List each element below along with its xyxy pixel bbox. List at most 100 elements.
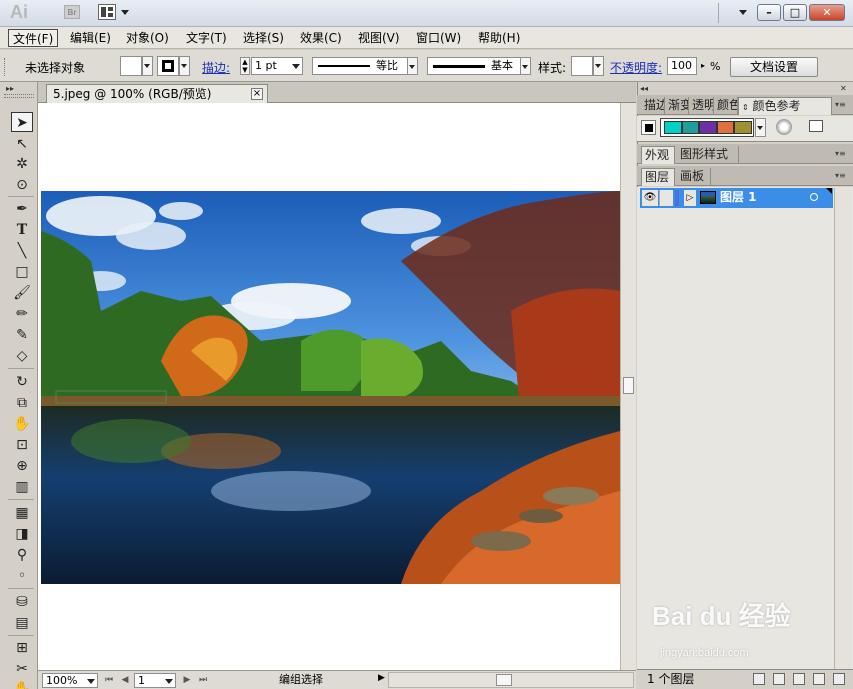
variable-width-profile[interactable]: 等比 xyxy=(312,57,418,75)
color-wheel-icon[interactable] xyxy=(776,119,792,135)
arrange-dropdown-icon[interactable] xyxy=(121,10,129,15)
next-artboard-icon[interactable]: ▶ xyxy=(182,675,192,686)
shape-builder-tool-icon[interactable]: ⊕ xyxy=(11,456,33,476)
direct-selection-tool-icon[interactable]: ↖ xyxy=(11,134,33,154)
free-transform-tool-icon[interactable]: ⊡ xyxy=(11,435,33,455)
layer-row[interactable]: 👁 ▷ 图层 1 xyxy=(640,188,833,208)
panel-menu-icon[interactable]: ▾≡ xyxy=(835,172,849,180)
harmony-dropdown[interactable] xyxy=(755,118,766,137)
eyedropper-tool-icon[interactable]: ⚲ xyxy=(11,545,33,565)
menu-file[interactable]: 文件(F) xyxy=(8,29,59,47)
pencil-tool-icon[interactable]: ✏ xyxy=(11,304,33,324)
line-tool-icon[interactable]: ╲ xyxy=(11,241,33,261)
stroke-label[interactable]: 描边: xyxy=(202,59,230,76)
status-info[interactable]: 编组选择 xyxy=(213,672,389,688)
vertical-scrollbar[interactable] xyxy=(620,103,636,670)
last-artboard-icon[interactable]: ⏭ xyxy=(198,675,208,686)
tab-layers[interactable]: 图层 xyxy=(641,168,675,186)
paintbrush-tool-icon[interactable]: 🖌 xyxy=(11,283,33,303)
stroke-swatch[interactable] xyxy=(157,56,179,76)
artboard-number-field[interactable]: 1 xyxy=(134,673,176,688)
save-color-group-icon[interactable] xyxy=(809,120,823,132)
menu-type[interactable]: 文字(T) xyxy=(182,29,231,47)
hand-tool-icon[interactable]: ✋ xyxy=(11,679,33,689)
expand-triangle-icon[interactable]: ▷ xyxy=(684,190,696,206)
minimize-button[interactable]: – xyxy=(757,4,781,21)
menu-window[interactable]: 窗口(W) xyxy=(412,29,465,47)
maximize-button[interactable]: □ xyxy=(783,4,807,21)
fill-dropdown[interactable] xyxy=(142,56,153,76)
menu-help[interactable]: 帮助(H) xyxy=(474,29,524,47)
stroke-weight-field[interactable]: 1 pt xyxy=(251,57,303,75)
lasso-tool-icon[interactable]: ⊙ xyxy=(11,175,33,195)
warp-tool-icon[interactable]: ✋ xyxy=(11,414,33,434)
trash-icon[interactable] xyxy=(833,673,845,685)
target-circle-icon[interactable] xyxy=(810,193,818,201)
tab-stroke[interactable]: 描边 xyxy=(641,97,665,115)
tab-color[interactable]: 颜色 xyxy=(714,97,738,115)
blob-brush-tool-icon[interactable]: ✎ xyxy=(11,325,33,345)
gradient-tool-icon[interactable]: ◨ xyxy=(11,524,33,544)
fill-swatch[interactable] xyxy=(120,56,142,76)
placed-photo[interactable] xyxy=(41,191,620,584)
document-tab[interactable]: 5.jpeg @ 100% (RGB/预览) × xyxy=(46,84,268,103)
new-sublayer-icon[interactable] xyxy=(793,673,805,685)
mesh-tool-icon[interactable]: ▦ xyxy=(11,503,33,523)
arrange-documents-icon[interactable] xyxy=(98,4,116,20)
artboard-tool-icon[interactable]: ⊞ xyxy=(11,638,33,658)
first-artboard-icon[interactable]: ⏮ xyxy=(104,675,114,686)
harmony-swatch-2[interactable] xyxy=(681,121,700,134)
harmony-swatch-1[interactable] xyxy=(664,121,682,134)
new-layer-icon[interactable] xyxy=(813,673,825,685)
brush-definition[interactable]: 基本 xyxy=(427,57,531,75)
opacity-field[interactable]: 100 xyxy=(667,57,697,75)
lock-toggle[interactable] xyxy=(659,190,673,206)
tab-color-guide[interactable]: ⇕ 颜色参考 xyxy=(738,97,832,115)
base-color-swatch[interactable] xyxy=(641,120,656,135)
bridge-button[interactable]: Br xyxy=(64,5,80,19)
stroke-dropdown[interactable] xyxy=(179,56,190,76)
brush-dropdown[interactable] xyxy=(520,57,531,75)
status-menu-arrow-icon[interactable]: ▶ xyxy=(378,673,385,683)
opacity-label[interactable]: 不透明度: xyxy=(610,59,662,76)
slice-tool-icon[interactable]: ✂ xyxy=(11,659,33,679)
scale-tool-icon[interactable]: ⧉ xyxy=(11,393,33,413)
close-window-button[interactable]: ✕ xyxy=(809,4,845,21)
document-setup-button[interactable]: 文档设置 xyxy=(730,57,818,77)
harmony-swatch-4[interactable] xyxy=(716,121,735,134)
profile-dropdown[interactable] xyxy=(407,57,418,75)
symbol-sprayer-tool-icon[interactable]: ⛁ xyxy=(11,592,33,612)
menu-edit[interactable]: 编辑(E) xyxy=(66,29,115,47)
collapse-panels-icon[interactable]: ◂◂ xyxy=(640,84,648,93)
tab-transparency[interactable]: 透明 xyxy=(689,97,714,115)
clipping-mask-icon[interactable] xyxy=(773,673,785,685)
tab-graphic-styles[interactable]: 图形样式 xyxy=(677,146,739,164)
zoom-field[interactable]: 100% xyxy=(42,673,98,688)
previous-artboard-icon[interactable]: ◀ xyxy=(120,675,130,686)
workspace-dropdown-icon[interactable] xyxy=(739,10,747,15)
tab-appearance[interactable]: 外观 xyxy=(641,146,675,164)
blend-tool-icon[interactable]: ◦ xyxy=(11,566,33,586)
vertical-scroll-thumb[interactable] xyxy=(623,377,634,394)
layers-scrollbar[interactable] xyxy=(834,188,852,669)
menu-view[interactable]: 视图(V) xyxy=(354,29,404,47)
panel-menu-icon[interactable]: ▾≡ xyxy=(835,101,849,109)
column-graph-tool-icon[interactable]: ▤ xyxy=(11,613,33,633)
harmony-swatch-5[interactable] xyxy=(734,121,752,134)
rectangle-tool-icon[interactable]: □ xyxy=(11,262,33,282)
harmony-swatches[interactable] xyxy=(660,118,754,137)
horizontal-scroll-thumb[interactable] xyxy=(496,674,512,686)
style-swatch[interactable] xyxy=(571,56,593,76)
close-icon[interactable]: × xyxy=(251,88,263,100)
tab-gradient[interactable]: 渐变 xyxy=(665,97,689,115)
artboard-canvas[interactable] xyxy=(38,103,620,670)
magic-wand-tool-icon[interactable]: ✲ xyxy=(11,154,33,174)
style-dropdown[interactable] xyxy=(593,56,604,76)
menu-effect[interactable]: 效果(C) xyxy=(296,29,346,47)
collapse-toolbox-icon[interactable]: ▸▸ xyxy=(6,84,14,93)
tab-artboards[interactable]: 画板 xyxy=(677,168,711,186)
menu-select[interactable]: 选择(S) xyxy=(239,29,288,47)
locate-object-icon[interactable] xyxy=(753,673,765,685)
close-panels-icon[interactable]: ✕ xyxy=(840,84,847,93)
stroke-weight-stepper[interactable]: ▲ ▼ xyxy=(240,57,250,75)
